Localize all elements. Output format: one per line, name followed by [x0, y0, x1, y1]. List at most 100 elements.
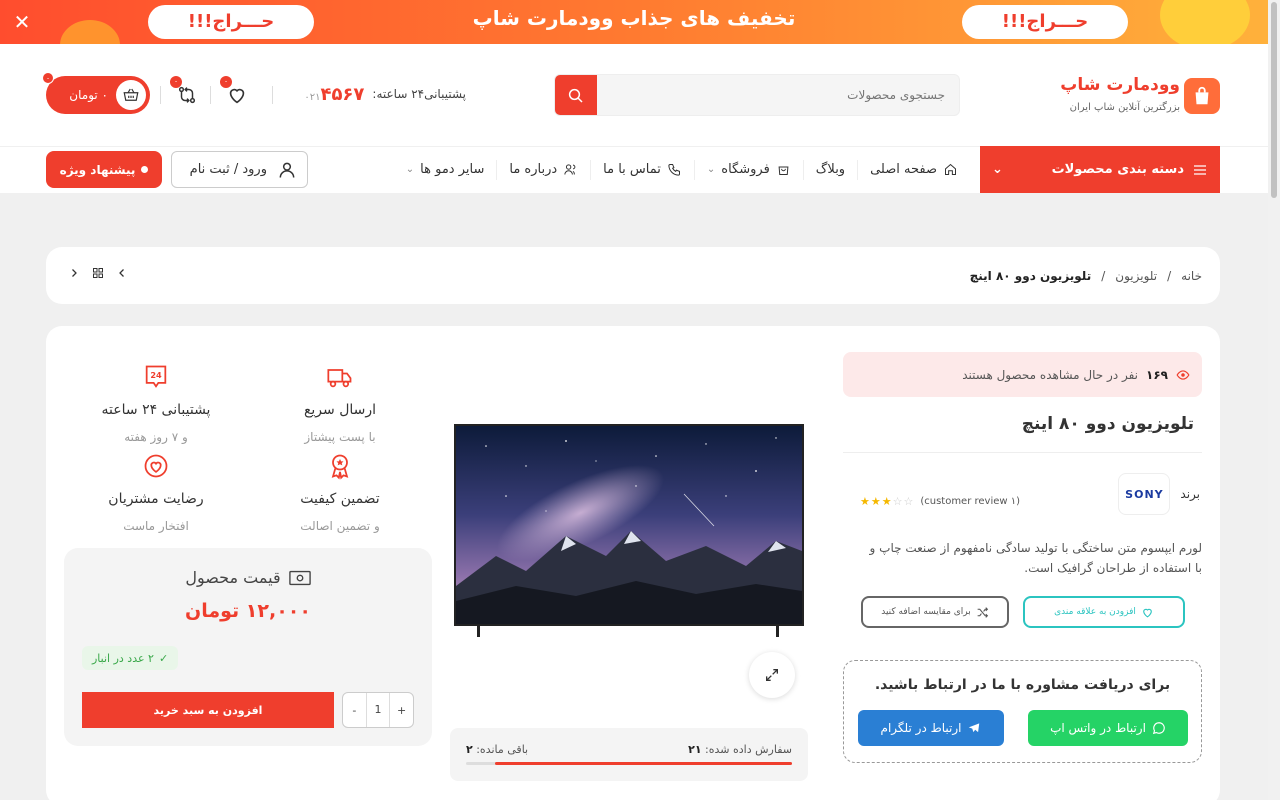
support-info: پشتیبانی۲۴ ساعته: ۰۲۱۴۵۶۷ — [304, 84, 466, 105]
viewers-text: نفر در حال مشاهده محصول هستند — [962, 367, 1139, 382]
breadcrumb-separator: / — [1101, 268, 1106, 283]
shop-bag-icon[interactable] — [1184, 78, 1220, 114]
ordered-count: سفارش داده شده: ۲۱ — [688, 743, 792, 756]
breadcrumb: خانه / تلویزیون / تلویزیون دوو ۸۰ اینچ — [970, 247, 1202, 304]
search-button[interactable] — [555, 75, 597, 115]
add-to-wishlist-button[interactable]: افزودن به علاقه مندی — [1023, 596, 1185, 628]
support-phone[interactable]: ۰۲۱۴۵۶۷ — [304, 84, 364, 105]
brand-row: برند SONY — [1118, 473, 1200, 515]
stock-badge: ✓ ۲ عدد در انبار — [82, 646, 179, 670]
menu-icon — [1194, 164, 1206, 175]
eye-icon — [1176, 369, 1190, 380]
nav-item-home[interactable]: صفحه اصلی — [857, 159, 970, 180]
review-count[interactable]: (customer review ۱) — [920, 496, 1020, 507]
product-image[interactable] — [454, 424, 804, 626]
nav-item-contact[interactable]: تماس با ما — [590, 159, 694, 180]
remaining-count: باقی مانده: ۲ — [466, 743, 529, 756]
wishlist-heart-icon[interactable]: ۰ — [220, 76, 250, 108]
quantity-stepper: + 1 - — [342, 692, 414, 728]
category-menu-label: دسته بندی محصولات — [1051, 162, 1184, 177]
qty-input[interactable]: 1 — [365, 693, 391, 727]
feature-title: ارسال سریع — [303, 402, 377, 418]
login-button[interactable]: ورود / ثبت نام — [171, 151, 308, 188]
stock-text: ۲ عدد در انبار — [92, 651, 154, 665]
truck-icon — [260, 362, 420, 392]
logo-title[interactable]: وودمارت شاپ — [1060, 75, 1180, 95]
feature-subtitle: و تضمین اصالت — [300, 519, 380, 533]
nav-item-label: صفحه اصلی — [870, 162, 937, 177]
svg-text:24: 24 — [150, 370, 162, 380]
product-rating: (customer review ۱) ☆☆★★★ — [860, 495, 1020, 508]
category-menu-button[interactable]: دسته بندی محصولات ⌄ — [980, 146, 1220, 193]
promo-pill-right: حـــراج!!! — [962, 5, 1128, 39]
whatsapp-label: ارتباط در واتس اپ — [1050, 721, 1146, 735]
tv-screen-image — [456, 426, 802, 624]
heart-icon — [1143, 608, 1152, 617]
feature-title: رضایت مشتریان — [108, 491, 204, 507]
grid-icon[interactable] — [92, 267, 104, 283]
price-box: قیمت محصول ۱۲,۰۰۰ تومان ✓ ۲ عدد در انبار… — [64, 548, 432, 746]
live-viewers: ۱۶۹ نفر در حال مشاهده محصول هستند — [843, 352, 1202, 397]
whatsapp-button[interactable]: ارتباط در واتس اپ — [1028, 710, 1188, 746]
telegram-button[interactable]: ارتباط در تلگرام — [858, 710, 1004, 746]
sales-progress: سفارش داده شده: ۲۱ باقی مانده: ۲ — [450, 728, 808, 781]
qty-plus-button[interactable]: + — [390, 704, 413, 717]
breadcrumb-bar: خانه / تلویزیون / تلویزیون دوو ۸۰ اینچ — [46, 247, 1220, 304]
page-scrollbar[interactable] — [1268, 0, 1280, 800]
qty-minus-button[interactable]: - — [343, 704, 366, 717]
home-icon — [945, 163, 956, 175]
scrollbar-thumb[interactable] — [1271, 2, 1277, 198]
breadcrumb-home[interactable]: خانه — [1181, 269, 1202, 283]
add-to-compare-button[interactable]: برای مقایسه اضافه کنید — [861, 596, 1009, 628]
cart-button[interactable]: ۰ تومان ۰ — [42, 72, 150, 114]
brand-label: برند — [1180, 487, 1200, 501]
shuffle-icon — [977, 606, 988, 618]
expand-icon — [766, 669, 778, 681]
product-description: لورم ایپسوم متن ساختگی با تولید سادگی نا… — [869, 541, 1202, 575]
promo-banner[interactable]: ✕ حـــراج!!! تخفیف های جذاب وودمارت شاپ … — [0, 0, 1268, 44]
heart-badge-icon — [76, 451, 236, 481]
nav-item-blog[interactable]: وبلاگ — [802, 159, 857, 180]
feature-subtitle: و ۷ روز هفته — [124, 430, 188, 444]
sales-progress-bar — [466, 762, 792, 765]
price-label-row: قیمت محصول — [64, 568, 432, 587]
search-input[interactable] — [595, 75, 959, 115]
tv-stand-left — [477, 626, 480, 637]
whatsapp-icon — [1152, 722, 1165, 735]
tv-stand-right — [776, 626, 779, 637]
feature-subtitle: افتخار ماست — [123, 519, 189, 533]
nav-item-about[interactable]: درباره ما — [496, 159, 590, 180]
special-offer-button[interactable]: پیشنهاد ویژه — [46, 151, 162, 188]
feature-subtitle: با پست پیشتاز — [304, 430, 376, 444]
page: ✕ حـــراج!!! تخفیف های جذاب وودمارت شاپ … — [0, 0, 1280, 800]
compare-arrows-icon[interactable]: ۰ — [170, 76, 200, 108]
nav-item-label: سایر دمو ها — [420, 162, 485, 177]
logo-subtitle: بزرگترین آنلاین شاپ ایران — [1069, 102, 1180, 113]
consultation-title: برای دریافت مشاوره با ما در ارتباط باشید… — [874, 677, 1171, 693]
chevron-right-icon[interactable] — [68, 267, 80, 283]
divider — [843, 452, 1202, 453]
telegram-label: ارتباط در تلگرام — [880, 721, 962, 735]
zoom-expand-button[interactable] — [749, 652, 795, 698]
telegram-icon — [969, 723, 980, 733]
divider — [160, 86, 161, 104]
special-offer-label: پیشنهاد ویژه — [59, 162, 136, 177]
nav-item-shop[interactable]: فروشگاه ⌄ — [693, 159, 803, 180]
chevron-down-icon: ⌄ — [706, 164, 716, 175]
feature-title: پشتیبانی ۲۴ ساعته — [101, 402, 211, 418]
breadcrumb-current: تلویزیون دوو ۸۰ اینچ — [969, 268, 1092, 283]
dot-icon — [141, 166, 149, 173]
feature-quality: تضمین کیفیت و تضمین اصالت — [260, 451, 420, 533]
nav-item-label: درباره ما — [509, 162, 558, 177]
brand-logo[interactable]: SONY — [1118, 473, 1171, 515]
breadcrumb-category[interactable]: تلویزیون — [1115, 269, 1157, 283]
nav-item-demos[interactable]: سایر دمو ها ⌄ — [394, 160, 497, 180]
add-to-cart-button[interactable]: افزودن به سبد خرید — [82, 692, 334, 728]
chevron-left-icon[interactable] — [116, 267, 128, 283]
check-icon: ✓ — [158, 651, 169, 665]
nav-items: صفحه اصلی وبلاگ فروشگاه ⌄ تماس با ما درب… — [394, 146, 970, 193]
user-icon — [279, 162, 295, 178]
phone-icon — [668, 164, 680, 176]
search-icon — [568, 88, 583, 103]
star-rating-icon: ☆☆★★★ — [860, 495, 915, 508]
